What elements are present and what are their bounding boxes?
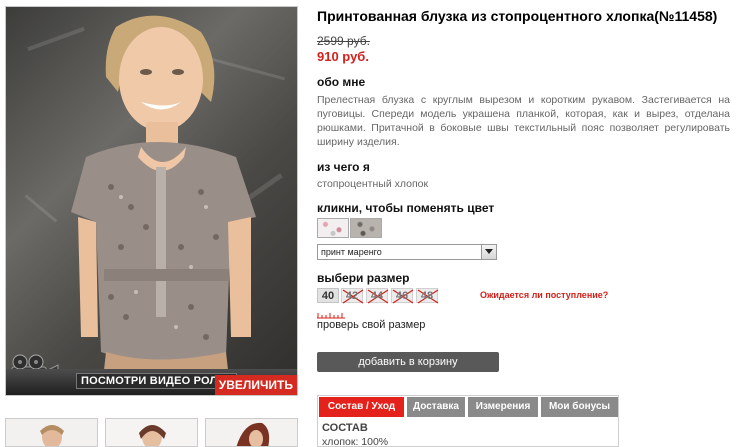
product-title: Принтованная блузка из стопроцентного хл… <box>317 8 718 24</box>
material-text: стопроцентный хлопок <box>317 178 429 190</box>
restock-inquiry-link[interactable]: Ожидается ли поступление? <box>480 290 608 300</box>
tab-content-text: хлопок: 100% <box>322 436 389 447</box>
watch-video-link[interactable]: посмотри видео ролик <box>76 373 238 389</box>
thumbnail-2[interactable] <box>105 418 198 447</box>
about-text: Прелестная блузка с круглым вырезом и ко… <box>317 94 730 148</box>
product-photo[interactable]: посмотри видео ролик УВЕЛИЧИТЬ <box>5 6 298 396</box>
tab-measurements[interactable]: Измерения <box>468 397 538 417</box>
size-option-40[interactable]: 40 <box>317 288 339 303</box>
ruler-icon <box>317 313 345 319</box>
check-size-link[interactable]: проверь свой размер <box>317 319 425 331</box>
add-to-cart-button[interactable]: добавить в корзину <box>317 352 499 372</box>
old-price: 2599 руб. <box>317 34 370 48</box>
tab-content-heading: СОСТАВ <box>322 422 368 434</box>
size-option-42[interactable]: 42 <box>341 288 364 304</box>
color-select[interactable]: принт маренго <box>317 244 497 260</box>
model-image <box>71 15 256 395</box>
new-price: 910 руб. <box>317 49 369 64</box>
size-heading: выбери размер <box>317 271 410 285</box>
size-option-46[interactable]: 46 <box>391 288 414 304</box>
size-option-48[interactable]: 48 <box>416 288 439 304</box>
tab-my-bonuses[interactable]: Мои бонусы <box>541 397 618 417</box>
about-heading: обо мне <box>317 75 366 89</box>
thumbnail-3[interactable] <box>205 418 298 447</box>
info-tabs: Состав / Уход Доставка Измерения Мои бон… <box>317 395 619 447</box>
size-option-44[interactable]: 44 <box>366 288 389 304</box>
thumbnail-strip <box>5 418 298 447</box>
material-heading: из чего я <box>317 160 370 174</box>
color-heading: кликни, чтобы поменять цвет <box>317 201 495 215</box>
thumbnail-1[interactable] <box>5 418 98 447</box>
color-select-value: принт маренго <box>321 247 382 257</box>
chevron-down-icon[interactable] <box>481 245 496 259</box>
zoom-button[interactable]: УВЕЛИЧИТЬ <box>214 375 297 395</box>
color-swatch-1[interactable] <box>317 218 349 238</box>
color-swatch-2[interactable] <box>350 218 382 238</box>
tab-delivery[interactable]: Доставка <box>407 397 465 417</box>
tab-composition-care[interactable]: Состав / Уход <box>319 397 404 417</box>
